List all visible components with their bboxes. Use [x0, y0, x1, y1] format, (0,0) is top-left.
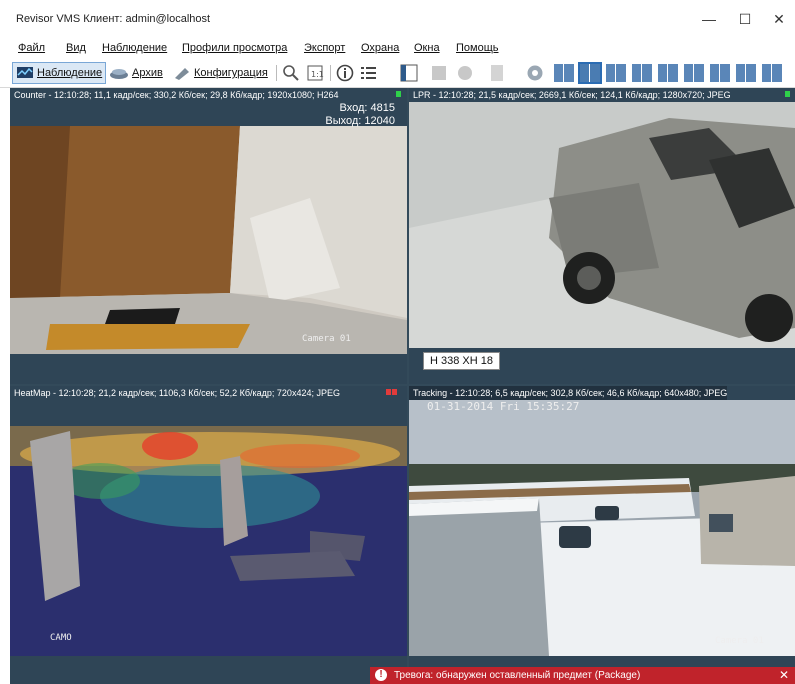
- close-button[interactable]: ✕: [764, 8, 794, 30]
- configuration-label: Конфигурация: [194, 67, 268, 79]
- menu-help[interactable]: Помощь: [456, 42, 499, 54]
- camera-overlay-tag: CAMO: [50, 633, 72, 643]
- camera-tile-counter[interactable]: Counter - 12:10:28; 11,1 кадр/сек; 330,2…: [10, 88, 407, 384]
- list-icon[interactable]: [360, 64, 378, 82]
- camera-feed-heatmap: [10, 426, 407, 656]
- snapshot-icon[interactable]: 1:1: [306, 64, 324, 82]
- layout-1plus12-icon[interactable]: [736, 64, 756, 82]
- archive-icon: [110, 69, 128, 79]
- camera-tile-heatmap[interactable]: HeatMap - 12:10:28; 21,2 кадр/сек; 1106,…: [10, 386, 407, 684]
- monitoring-button[interactable]: Наблюдение: [12, 62, 107, 84]
- camera-info-counter: Counter - 12:10:28; 11,1 кадр/сек; 330,2…: [14, 90, 339, 100]
- license-plate-result: Н 338 ХН 18: [423, 352, 500, 370]
- monitoring-label: Наблюдение: [37, 67, 103, 79]
- menu-bar: Файл Вид Наблюдение Профили просмотра Эк…: [0, 38, 795, 58]
- svg-text:1:1: 1:1: [311, 70, 324, 79]
- toolbar: Наблюдение Архив Конфигурация 1:1: [0, 58, 795, 88]
- camera-feed-tracking: [409, 400, 795, 656]
- layout-icon[interactable]: [430, 64, 448, 82]
- toolbar-separator: [330, 65, 331, 81]
- alarm-icon: !: [375, 669, 387, 681]
- menu-security[interactable]: Охрана: [361, 42, 399, 54]
- monitor-icon: [17, 67, 33, 78]
- menu-file[interactable]: Файл: [18, 42, 45, 54]
- configuration-button[interactable]: Конфигурация: [170, 62, 271, 84]
- layout-3x3-icon[interactable]: [606, 64, 626, 82]
- camera-info-heatmap: HeatMap - 12:10:28; 21,2 кадр/сек; 1106,…: [14, 388, 340, 398]
- camera-info-tracking: Tracking - 12:10:28; 6,5 кадр/сек; 302,8…: [409, 386, 728, 400]
- menu-windows[interactable]: Окна: [414, 42, 440, 54]
- archive-button[interactable]: Архив: [106, 62, 166, 84]
- info-icon[interactable]: [336, 64, 354, 82]
- maximize-button[interactable]: ☐: [730, 8, 760, 30]
- menu-view[interactable]: Вид: [66, 42, 86, 54]
- document-icon[interactable]: [488, 64, 506, 82]
- recording-indicator-icon: [386, 389, 397, 395]
- window-title: Revisor VMS Клиент: admin@localhost: [16, 13, 211, 25]
- video-grid: Counter - 12:10:28; 11,1 кадр/сек; 330,2…: [10, 88, 795, 684]
- camera-tile-lpr[interactable]: LPR - 12:10:28; 21,5 кадр/сек; 2669,1 Кб…: [409, 88, 795, 384]
- counter-out: Выход: 12040: [325, 115, 395, 127]
- single-view-icon[interactable]: [400, 64, 418, 82]
- camera-timestamp: 01-31-2014 Fri 15:35:27: [427, 400, 580, 413]
- camera-feed-lpr: [409, 91, 795, 384]
- alarm-close-button[interactable]: ✕: [779, 667, 789, 684]
- menu-view-profiles[interactable]: Профили просмотра: [182, 42, 287, 54]
- title-bar: Revisor VMS Клиент: admin@localhost — ☐ …: [0, 0, 795, 38]
- configuration-icon: [175, 68, 189, 80]
- zoom-icon[interactable]: [282, 64, 300, 82]
- camera-overlay-tag: Camera 01: [302, 334, 351, 344]
- minimize-button[interactable]: —: [694, 8, 724, 30]
- alarm-notification[interactable]: ! Тревога: обнаружен оставленный предмет…: [370, 667, 795, 684]
- layout-1plus7-icon[interactable]: [684, 64, 704, 82]
- camera-info-lpr: LPR - 12:10:28; 21,5 кадр/сек; 2669,1 Кб…: [413, 90, 731, 100]
- alarm-text: Тревога: обнаружен оставленный предмет (…: [394, 670, 641, 681]
- menu-export[interactable]: Экспорт: [304, 42, 345, 54]
- layout-1x1-icon[interactable]: [554, 64, 574, 82]
- archive-label: Архив: [132, 67, 163, 79]
- toolbar-separator: [276, 65, 277, 81]
- counter-in: Вход: 4815: [339, 102, 395, 114]
- layout-4x4-icon[interactable]: [632, 64, 652, 82]
- layout-5x5-icon[interactable]: [762, 64, 782, 82]
- settings-icon[interactable]: [456, 64, 474, 82]
- camera-tile-tracking[interactable]: Tracking - 12:10:28; 6,5 кадр/сек; 302,8…: [409, 386, 795, 684]
- layout-2x2-icon[interactable]: [578, 62, 602, 84]
- menu-monitoring[interactable]: Наблюдение: [102, 42, 167, 54]
- layout-1plus5-icon[interactable]: [658, 64, 678, 82]
- camera-overlay-tag: Camera 01: [715, 636, 764, 646]
- camera-globe-icon[interactable]: [526, 64, 544, 82]
- layout-2plus8-icon[interactable]: [710, 64, 730, 82]
